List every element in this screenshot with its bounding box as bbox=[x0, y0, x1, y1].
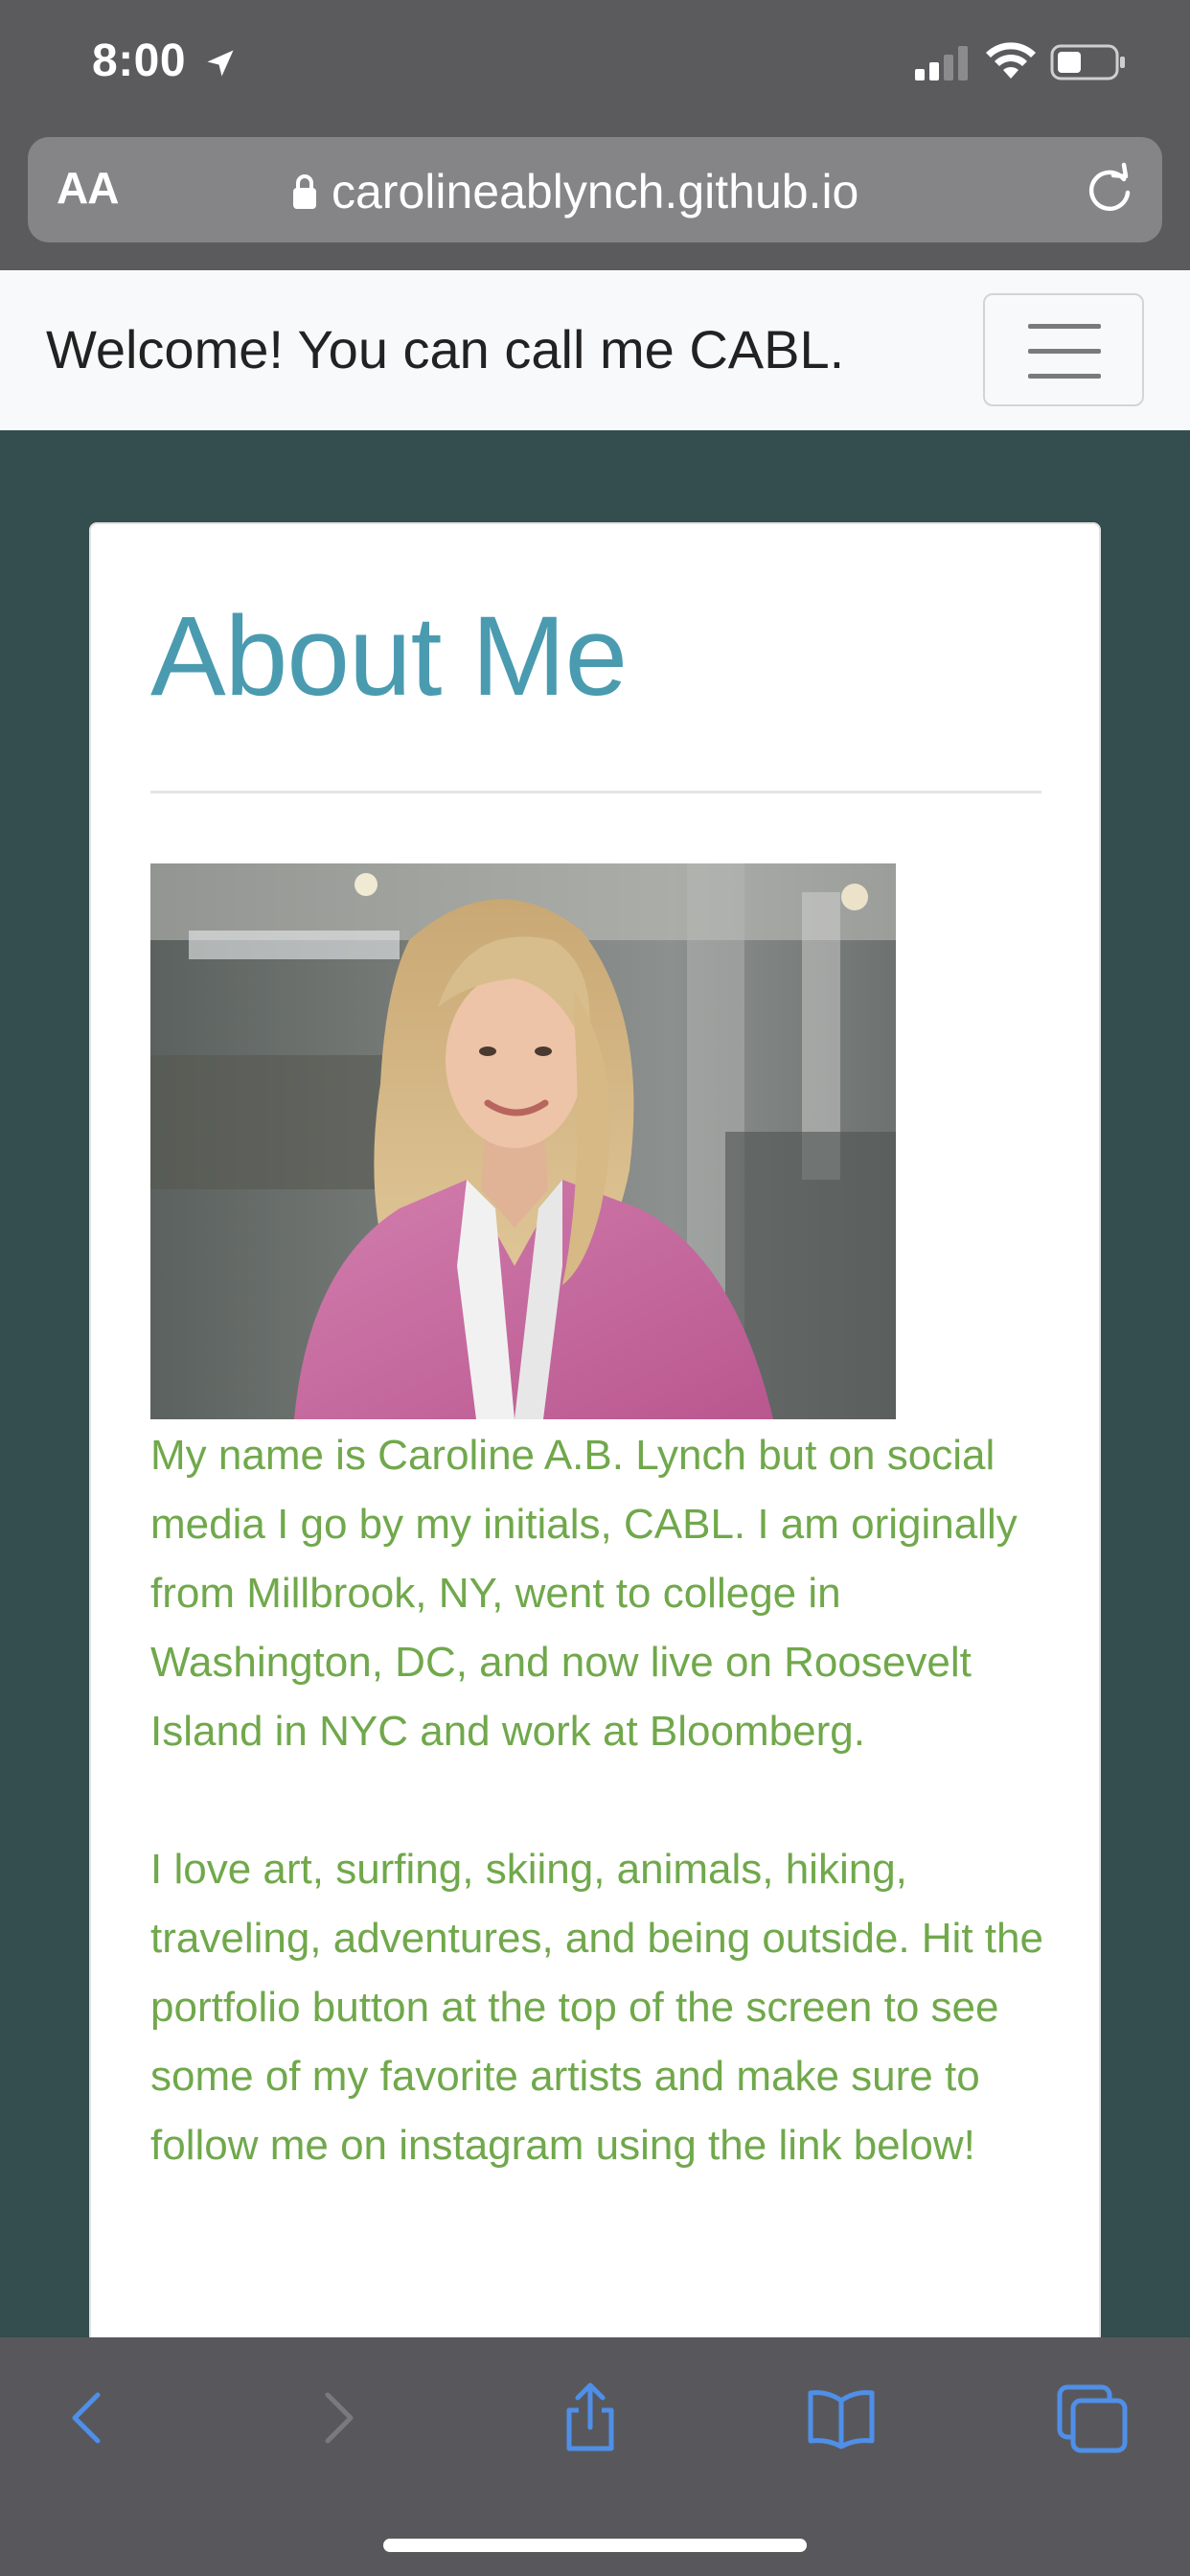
screen: 8:00 AA carolineablynch.github.io Welcom… bbox=[0, 0, 1190, 2576]
profile-photo bbox=[150, 863, 896, 1419]
navbar-toggler-button[interactable] bbox=[983, 293, 1144, 406]
address-bar[interactable]: AA carolineablynch.github.io bbox=[28, 137, 1162, 242]
text-size-button[interactable]: AA bbox=[57, 162, 119, 214]
safari-top-chrome: 8:00 AA carolineablynch.github.io bbox=[0, 0, 1190, 270]
bio-text: My name is Caroline A.B. Lynch but on so… bbox=[150, 1421, 1051, 2180]
hamburger-menu-icon bbox=[1028, 324, 1101, 380]
status-time: 8:00 bbox=[92, 35, 187, 86]
wifi-icon bbox=[986, 42, 1036, 79]
share-icon[interactable] bbox=[552, 2380, 629, 2456]
lock-icon bbox=[293, 174, 316, 209]
site-navbar: Welcome! You can call me CABL. bbox=[0, 270, 1190, 430]
url-display[interactable]: carolineablynch.github.io bbox=[291, 164, 858, 219]
home-indicator[interactable] bbox=[383, 2539, 807, 2552]
bio-paragraph: My name is Caroline A.B. Lynch but on so… bbox=[150, 1432, 1018, 1755]
cellular-signal-icon bbox=[915, 46, 968, 80]
battery-icon bbox=[1050, 44, 1125, 80]
text-size-label: AA bbox=[57, 163, 119, 213]
tabs-icon[interactable] bbox=[1054, 2380, 1131, 2456]
about-title: About Me bbox=[150, 593, 628, 720]
bio-paragraph: I love art, surfing, skiing, animals, hi… bbox=[150, 1846, 1043, 2169]
reload-icon[interactable] bbox=[1082, 162, 1137, 218]
navbar-brand[interactable]: Welcome! You can call me CABL. bbox=[46, 318, 844, 380]
url-text: carolineablynch.github.io bbox=[332, 165, 859, 218]
location-arrow-icon bbox=[207, 50, 234, 77]
about-card: About Me My name is Caroline A.B. Lynch … bbox=[89, 522, 1101, 2343]
forward-icon[interactable] bbox=[299, 2380, 376, 2456]
title-divider bbox=[150, 791, 1041, 794]
bookmarks-icon[interactable] bbox=[803, 2380, 880, 2456]
profile-photo-illustration bbox=[150, 863, 896, 1419]
back-icon[interactable] bbox=[50, 2380, 126, 2456]
status-bar: 8:00 bbox=[0, 0, 1190, 129]
